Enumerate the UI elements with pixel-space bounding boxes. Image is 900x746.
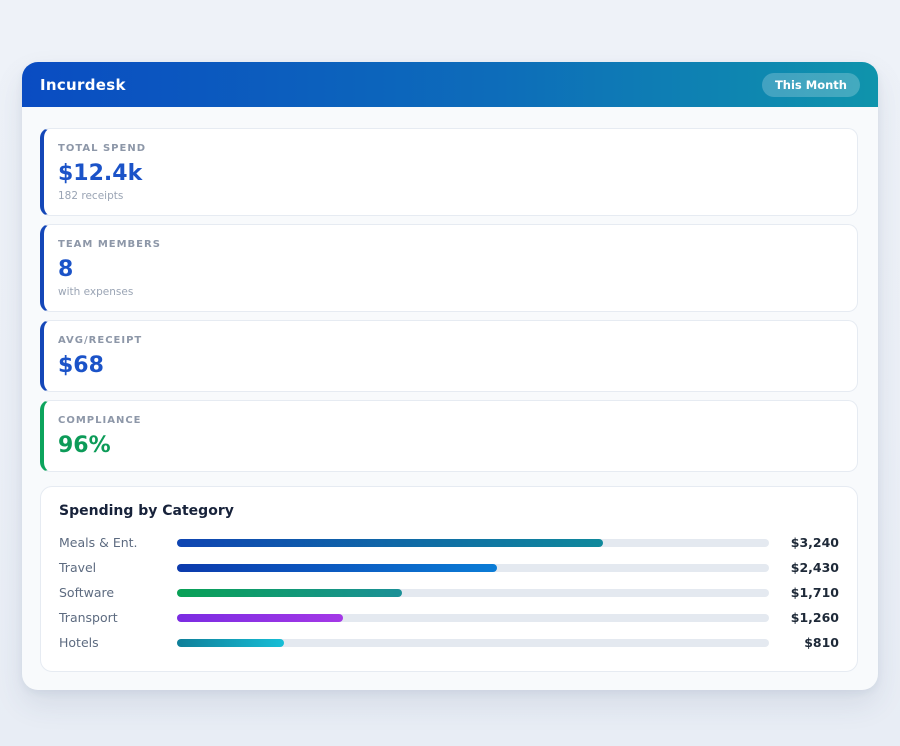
stat-sub: with expenses xyxy=(58,285,841,299)
app-card: Incurdesk This Month TOTAL SPEND $12.4k … xyxy=(22,62,878,690)
stat-label: TOTAL SPEND xyxy=(58,142,841,156)
stat-label: AVG/RECEIPT xyxy=(58,334,841,348)
stat-value: $12.4k xyxy=(58,160,841,187)
stat-label: TEAM MEMBERS xyxy=(58,238,841,252)
dashboard-content: TOTAL SPEND $12.4k 182 receipts TEAM MEM… xyxy=(22,107,878,690)
bar-fill xyxy=(177,589,402,597)
bar-track xyxy=(177,564,769,572)
value-label: $810 xyxy=(779,635,839,650)
stat-card-avg-receipt: AVG/RECEIPT $68 xyxy=(40,320,858,392)
stat-card-team-members: TEAM MEMBERS 8 with expenses xyxy=(40,224,858,312)
chart-row-travel: Travel $2,430 xyxy=(59,555,839,580)
stat-label: COMPLIANCE xyxy=(58,414,841,428)
bar-track xyxy=(177,639,769,647)
value-label: $2,430 xyxy=(779,560,839,575)
bar-fill xyxy=(177,539,603,547)
category-label: Meals & Ent. xyxy=(59,535,177,550)
bar-track xyxy=(177,539,769,547)
app-title: Incurdesk xyxy=(40,76,126,94)
this-month-badge[interactable]: This Month xyxy=(762,73,860,97)
chart-row-meals-ent: Meals & Ent. $3,240 xyxy=(59,530,839,555)
chart-row-software: Software $1,710 xyxy=(59,580,839,605)
stat-sub: 182 receipts xyxy=(58,189,841,203)
bar-fill xyxy=(177,564,497,572)
bar-fill xyxy=(177,614,343,622)
chart-row-transport: Transport $1,260 xyxy=(59,605,839,630)
chart-row-hotels: Hotels $810 xyxy=(59,630,839,655)
stat-card-compliance: COMPLIANCE 96% xyxy=(40,400,858,472)
stat-value: 96% xyxy=(58,432,841,459)
bar-track xyxy=(177,589,769,597)
stat-value: $68 xyxy=(58,352,841,379)
stat-value: 8 xyxy=(58,256,841,283)
spending-chart-card: Spending by Category Meals & Ent. $3,240… xyxy=(40,486,858,672)
value-label: $1,260 xyxy=(779,610,839,625)
stat-card-total-spend: TOTAL SPEND $12.4k 182 receipts xyxy=(40,128,858,216)
category-label: Travel xyxy=(59,560,177,575)
stats-section: TOTAL SPEND $12.4k 182 receipts TEAM MEM… xyxy=(40,128,858,472)
chart-rows: Meals & Ent. $3,240 Travel $2,430 Softwa… xyxy=(59,530,839,655)
category-label: Hotels xyxy=(59,635,177,650)
bar-fill xyxy=(177,639,284,647)
value-label: $1,710 xyxy=(779,585,839,600)
value-label: $3,240 xyxy=(779,535,839,550)
page-background: Incurdesk This Month TOTAL SPEND $12.4k … xyxy=(0,0,900,746)
app-header: Incurdesk This Month xyxy=(22,62,878,107)
category-label: Transport xyxy=(59,610,177,625)
category-label: Software xyxy=(59,585,177,600)
bar-track xyxy=(177,614,769,622)
chart-title: Spending by Category xyxy=(59,502,839,520)
